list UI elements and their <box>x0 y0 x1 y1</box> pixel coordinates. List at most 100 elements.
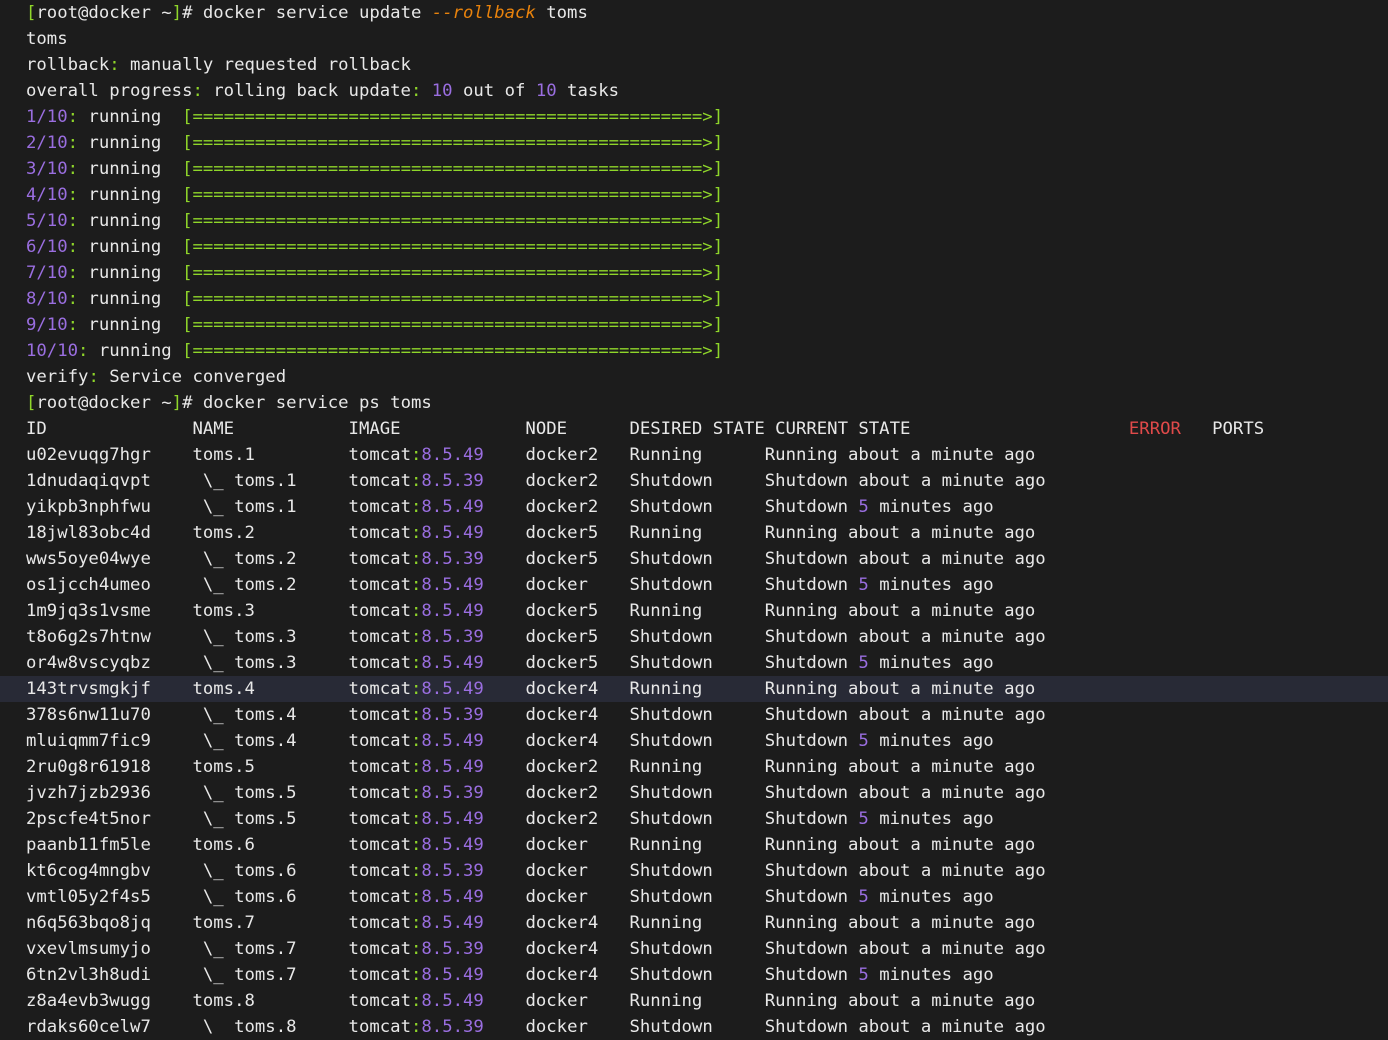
cell-node: docker4 <box>525 939 630 959</box>
table-row[interactable]: 1dnudaqiqvpt \_ toms.1 tomcat:8.5.39 doc… <box>0 468 1388 494</box>
cell-id: t8o6g2s7htnw <box>26 627 193 647</box>
task-index: 4/10 <box>26 185 68 205</box>
table-row[interactable]: rdaks60celw7 \ toms.8 tomcat:8.5.39 dock… <box>0 1014 1388 1040</box>
cell-error <box>1119 783 1202 803</box>
table-row[interactable]: wws5oye04wye \_ toms.2 tomcat:8.5.39 doc… <box>0 546 1388 572</box>
cell-current-time: about a minute ago <box>858 783 1046 803</box>
cell-current-time: minutes ago <box>868 575 994 595</box>
table-row[interactable]: vxevlmsumyjo \_ toms.7 tomcat:8.5.39 doc… <box>0 936 1388 962</box>
cell-node: docker2 <box>525 809 630 829</box>
colon-separator: : <box>410 471 422 491</box>
cell-id: n6q563bqo8jq <box>26 913 193 933</box>
cell-name: \_ toms.2 <box>192 549 349 569</box>
cell-current-time: about a minute ago <box>858 1017 1046 1037</box>
cell-image-tag: 8.5.39 <box>421 1017 484 1037</box>
colon-separator: : <box>67 133 79 153</box>
task-status: running <box>78 133 183 153</box>
task-index: 1/10 <box>26 107 68 127</box>
verify-message: Service converged <box>98 367 287 387</box>
cell-error <box>1119 445 1202 465</box>
cell-node: docker <box>525 835 630 855</box>
table-row[interactable]: jvzh7jzb2936 \_ toms.5 tomcat:8.5.39 doc… <box>0 780 1388 806</box>
cell-desired-state: Shutdown <box>629 1017 765 1037</box>
cell-current-pad <box>1046 705 1119 725</box>
colon-separator: : <box>410 965 422 985</box>
table-row[interactable]: vmtl05y2f4s5 \_ toms.6 tomcat:8.5.49 doc… <box>0 884 1388 910</box>
cell-node: docker4 <box>525 705 630 725</box>
cell-node: docker5 <box>525 549 630 569</box>
command-flag-rollback: --rollback <box>431 3 536 23</box>
command-line-update: [root@docker ~]# docker service update -… <box>0 0 1388 26</box>
cell-error <box>1119 991 1202 1011</box>
cell-name: \_ toms.5 <box>192 783 349 803</box>
command-program: docker service update <box>202 3 432 23</box>
colon-separator: : <box>67 211 79 231</box>
task-progress-bar: [=======================================… <box>182 133 724 153</box>
cell-name: \_ toms.5 <box>192 809 349 829</box>
cell-image-pad <box>484 731 526 751</box>
cell-current-pad <box>1035 835 1118 855</box>
cell-error <box>1119 497 1202 517</box>
cell-error <box>1119 653 1202 673</box>
cell-node: docker2 <box>525 757 630 777</box>
colon-separator: : <box>410 627 422 647</box>
task-progress-row: 5/10: running [=========================… <box>0 208 1388 234</box>
cell-desired-state: Running <box>629 991 765 1011</box>
cell-error <box>1119 809 1202 829</box>
cell-id: 1dnudaqiqvpt <box>26 471 193 491</box>
table-row[interactable]: paanb11fm5le toms.6 tomcat:8.5.49 docker… <box>0 832 1388 858</box>
cell-current-time: about a minute ago <box>848 835 1036 855</box>
terminal-window[interactable]: [root@docker ~]# docker service update -… <box>0 0 1388 1040</box>
table-row[interactable]: z8a4evb3wugg toms.8 tomcat:8.5.49 docker… <box>0 988 1388 1014</box>
table-row[interactable]: u02evuqg7hgr toms.1 tomcat:8.5.49 docker… <box>0 442 1388 468</box>
cell-name: toms.7 <box>192 913 349 933</box>
table-row[interactable]: 18jwl83obc4d toms.2 tomcat:8.5.49 docker… <box>0 520 1388 546</box>
colon-separator: : <box>67 237 79 257</box>
table-row[interactable]: 143trvsmgkjf toms.4 tomcat:8.5.49 docker… <box>0 676 1388 702</box>
cell-current-time: about a minute ago <box>858 705 1046 725</box>
task-progress-row: 10/10: running [========================… <box>0 338 1388 364</box>
table-row[interactable]: 378s6nw11u70 \_ toms.4 tomcat:8.5.39 doc… <box>0 702 1388 728</box>
table-row[interactable]: n6q563bqo8jq toms.7 tomcat:8.5.49 docker… <box>0 910 1388 936</box>
cell-image-pad <box>484 835 526 855</box>
cell-image-repo: tomcat <box>348 1017 411 1037</box>
table-row[interactable]: 2pscfe4t5nor \_ toms.5 tomcat:8.5.49 doc… <box>0 806 1388 832</box>
table-row[interactable]: or4w8vscyqbz \_ toms.3 tomcat:8.5.49 doc… <box>0 650 1388 676</box>
task-progress-bar: [=======================================… <box>182 263 724 283</box>
table-row[interactable]: mluiqmm7fic9 \_ toms.4 tomcat:8.5.49 doc… <box>0 728 1388 754</box>
cell-error <box>1119 705 1202 725</box>
task-progress-row: 9/10: running [=========================… <box>0 312 1388 338</box>
colon-separator: : <box>410 549 422 569</box>
cell-node: docker <box>525 887 630 907</box>
colon-separator: : <box>410 1017 422 1037</box>
cell-image-repo: tomcat <box>348 653 411 673</box>
overall-progress-total: 10 <box>535 81 557 101</box>
table-row[interactable]: kt6cog4mngbv \_ toms.6 tomcat:8.5.39 doc… <box>0 858 1388 884</box>
colon-separator: : <box>410 497 422 517</box>
table-row[interactable]: 1m9jq3s1vsme toms.3 tomcat:8.5.49 docker… <box>0 598 1388 624</box>
table-row[interactable]: 6tn2vl3h8udi \_ toms.7 tomcat:8.5.49 doc… <box>0 962 1388 988</box>
task-status: running <box>78 211 183 231</box>
cell-image-pad <box>484 783 526 803</box>
column-header-node: NODE <box>525 419 630 439</box>
task-progress-row: 1/10: running [=========================… <box>0 104 1388 130</box>
colon-separator: : <box>67 315 79 335</box>
task-progress-row: 6/10: running [=========================… <box>0 234 1388 260</box>
cell-current-state: Shutdown <box>764 1017 859 1037</box>
cell-image-pad <box>484 887 526 907</box>
table-row[interactable]: t8o6g2s7htnw \_ toms.3 tomcat:8.5.39 doc… <box>0 624 1388 650</box>
cell-current-time-number: 5 <box>858 497 869 517</box>
cell-id: wws5oye04wye <box>26 549 193 569</box>
table-row[interactable]: os1jcch4umeo \_ toms.2 tomcat:8.5.49 doc… <box>0 572 1388 598</box>
table-row[interactable]: 2ru0g8r61918 toms.5 tomcat:8.5.49 docker… <box>0 754 1388 780</box>
cell-image-pad <box>484 627 526 647</box>
table-row[interactable]: yikpb3nphfwu \_ toms.1 tomcat:8.5.49 doc… <box>0 494 1388 520</box>
task-progress-bar: [=======================================… <box>182 185 724 205</box>
cell-name: \_ toms.4 <box>192 731 349 751</box>
cell-error <box>1119 757 1202 777</box>
cell-current-time: about a minute ago <box>858 471 1046 491</box>
colon-separator: : <box>192 81 203 101</box>
cell-node: docker <box>525 991 630 1011</box>
rollback-label: rollback <box>26 55 110 75</box>
cell-image-tag: 8.5.49 <box>421 913 484 933</box>
